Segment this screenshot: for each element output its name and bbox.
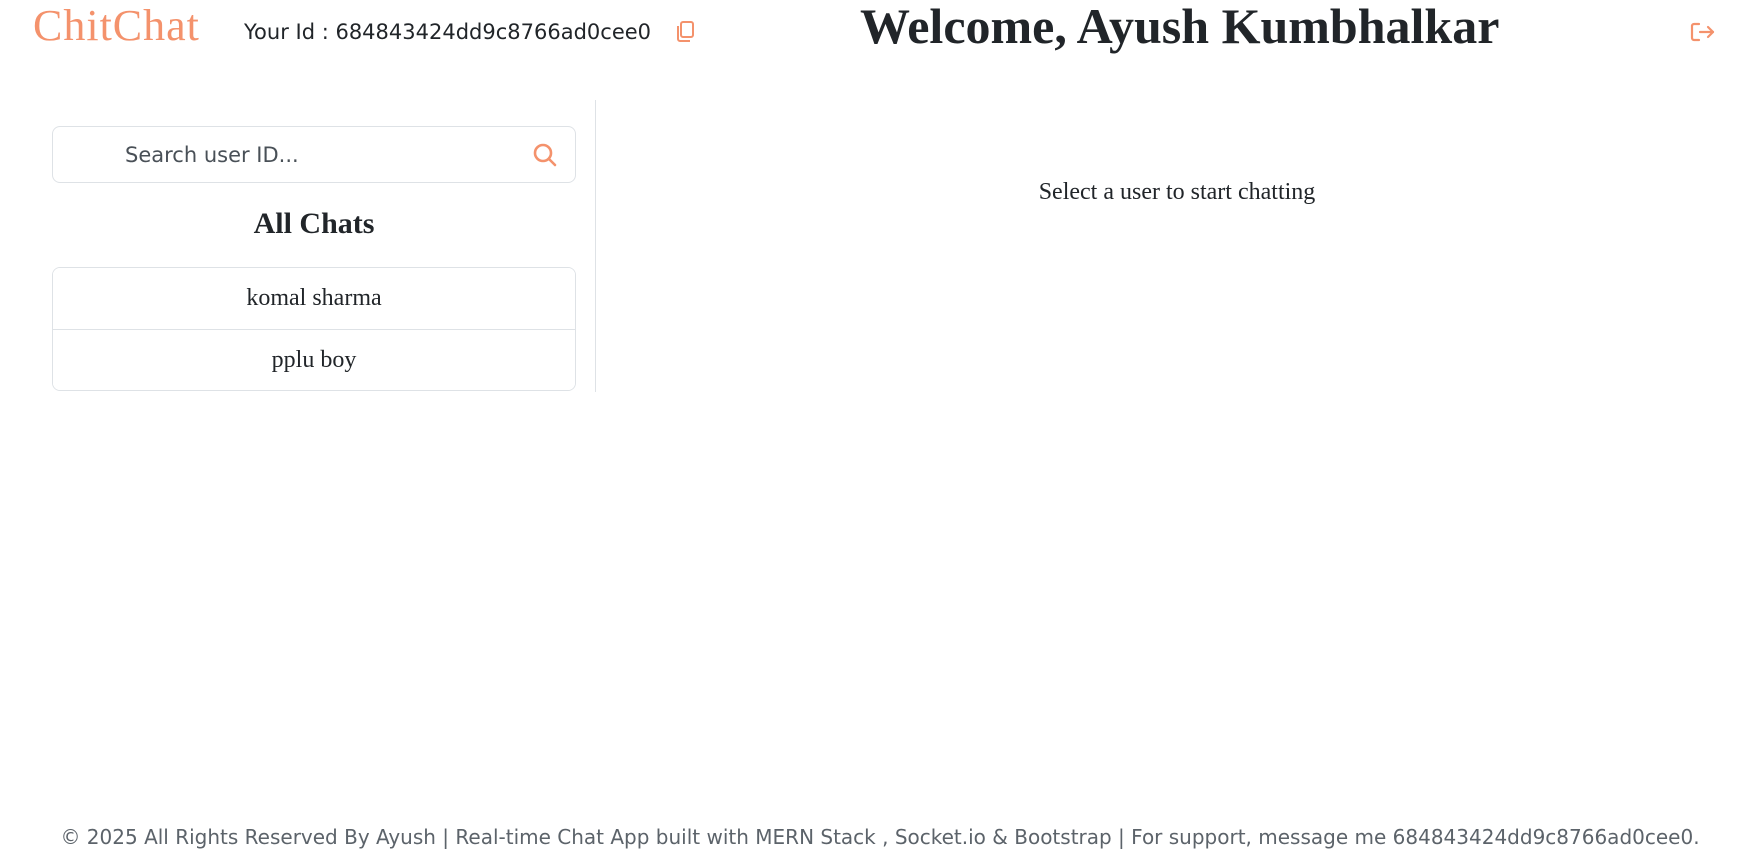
chat-item-pplu-boy[interactable]: pplu boy	[53, 329, 575, 390]
copy-id-button[interactable]	[672, 18, 698, 46]
chat-item-komal-sharma[interactable]: komal sharma	[53, 268, 575, 329]
copy-icon	[677, 21, 694, 42]
logout-icon	[1690, 22, 1715, 42]
welcome-heading: Welcome, Ayush Kumbhalkar	[860, 0, 1500, 54]
all-chats-heading: All Chats	[253, 207, 375, 240]
chat-list: komal sharma pplu boy	[52, 267, 576, 391]
empty-state-text: Select a user to start chatting	[1038, 179, 1316, 205]
search-button[interactable]	[531, 141, 559, 169]
app-logo[interactable]: ChitChat	[33, 2, 200, 50]
search-input[interactable]	[65, 135, 525, 175]
search-icon	[533, 143, 557, 167]
search-box	[52, 126, 576, 183]
top-header: ChitChat Your Id : 684843424dd9c8766ad0c…	[0, 0, 1760, 60]
user-id-text: Your Id : 684843424dd9c8766ad0cee0	[244, 20, 652, 44]
footer: © 2025 All Rights Reserved By Ayush | Re…	[60, 825, 1700, 849]
chat-sidebar: All Chats komal sharma pplu boy	[52, 100, 596, 392]
chat-panel: Select a user to start chatting	[597, 100, 1717, 392]
logout-button[interactable]	[1688, 18, 1718, 46]
